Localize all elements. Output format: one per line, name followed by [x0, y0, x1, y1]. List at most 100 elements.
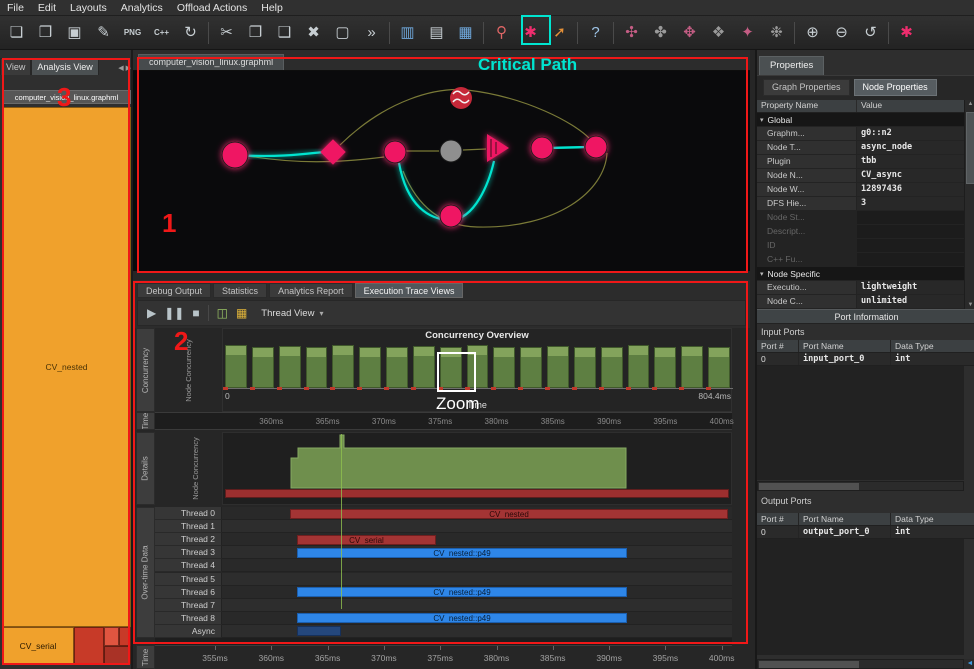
- treemap-block[interactable]: [119, 627, 131, 646]
- pause-button[interactable]: ❚❚: [164, 307, 184, 319]
- tab-graph-properties[interactable]: Graph Properties: [763, 79, 850, 96]
- graph-canvas[interactable]: [133, 71, 750, 271]
- graph-document-tab[interactable]: computer_vision_linux.graphml: [138, 54, 284, 70]
- treemap-block[interactable]: [104, 627, 119, 646]
- property-row-plugin[interactable]: Plugintbb: [757, 155, 964, 169]
- find-node-button[interactable]: ⚲: [487, 19, 516, 47]
- concurrency-bar[interactable]: [708, 347, 730, 388]
- histogram-button[interactable]: ▦: [451, 19, 480, 47]
- tab-properties[interactable]: Properties: [759, 56, 824, 75]
- analytics-report-button[interactable]: ▤: [422, 19, 451, 47]
- panel-bottom-scrollbar[interactable]: [757, 659, 964, 669]
- menu-analytics[interactable]: Analytics: [114, 2, 170, 14]
- thread-view-dropdown[interactable]: Thread View ▾: [255, 306, 329, 321]
- port-row[interactable]: 0output_port_0int: [757, 526, 974, 539]
- treemap-block[interactable]: [74, 627, 104, 664]
- graph-topology-2-button[interactable]: ✤: [646, 19, 675, 47]
- graph-node-3[interactable]: [384, 141, 406, 163]
- graph-topology-5-button[interactable]: ✦: [733, 19, 762, 47]
- graph-topology-1-button[interactable]: ✣: [617, 19, 646, 47]
- task-bar-cv-nested[interactable]: CV_nested: [290, 509, 728, 519]
- stop-button[interactable]: ■: [192, 307, 199, 319]
- property-row-id[interactable]: ID: [757, 239, 964, 253]
- concurrency-bar[interactable]: [467, 345, 489, 388]
- concurrency-bar[interactable]: [440, 347, 462, 388]
- tab-debug-output[interactable]: Debug Output: [137, 283, 211, 298]
- graph-node-4[interactable]: [440, 140, 462, 162]
- concurrency-bar[interactable]: [386, 347, 408, 388]
- help-button[interactable]: ?: [581, 19, 610, 47]
- concurrency-bar[interactable]: [413, 346, 435, 388]
- graph-node-7[interactable]: [487, 134, 509, 162]
- overflow-chevron-button[interactable]: »: [357, 19, 386, 47]
- graph-topology-3-button[interactable]: ✥: [675, 19, 704, 47]
- concurrency-bar[interactable]: [547, 346, 569, 388]
- graph-node-9[interactable]: [585, 136, 607, 158]
- export-png-button[interactable]: PNG: [118, 19, 147, 47]
- property-row-descript[interactable]: Descript...: [757, 225, 964, 239]
- expander-icon[interactable]: ▾: [760, 270, 764, 278]
- time-axis[interactable]: 355ms360ms365ms370ms375ms380ms385ms390ms…: [155, 645, 732, 669]
- open-file-button[interactable]: ❒: [31, 19, 60, 47]
- property-row-dfs-hie[interactable]: DFS Hie...3: [757, 197, 964, 211]
- tab-analytics-report[interactable]: Analytics Report: [269, 283, 353, 298]
- input-ports-scrollbar[interactable]: [757, 481, 964, 491]
- scroll-down-icon[interactable]: ▼: [965, 302, 974, 308]
- menu-file[interactable]: File: [0, 2, 31, 14]
- property-row-executio[interactable]: Executio...lightweight: [757, 281, 964, 295]
- tab-execution-trace-views[interactable]: Execution Trace Views: [355, 283, 464, 298]
- zoom-reset-button[interactable]: ↺: [856, 19, 885, 47]
- tab-view[interactable]: View: [0, 58, 31, 75]
- expander-icon[interactable]: ▾: [760, 116, 764, 124]
- concurrency-bar[interactable]: [279, 346, 301, 388]
- property-row-node-n[interactable]: Node N...CV_async: [757, 169, 964, 183]
- paste-button[interactable]: ❑: [270, 19, 299, 47]
- property-row-node-st[interactable]: Node St...: [757, 211, 964, 225]
- scroll-up-icon[interactable]: ▲: [965, 101, 974, 107]
- graph-topology-4-button[interactable]: ❖: [704, 19, 733, 47]
- tab-node-properties[interactable]: Node Properties: [854, 79, 937, 96]
- property-group-node-specific[interactable]: ▾Node Specific: [757, 267, 964, 281]
- task-bar-cv-nested-p49[interactable]: CV_nested::p49: [297, 587, 627, 597]
- concurrency-bar[interactable]: [681, 346, 703, 388]
- concurrency-bar[interactable]: [601, 347, 623, 388]
- menu-layouts[interactable]: Layouts: [63, 2, 114, 14]
- property-row-c-fu[interactable]: C++ Fu...: [757, 253, 964, 267]
- treemap-block-cv-nested[interactable]: CV_nested: [2, 107, 131, 627]
- port-row[interactable]: 0input_port_0int: [757, 353, 974, 366]
- concurrency-bar[interactable]: [574, 347, 596, 388]
- treemap-block-cv-serial[interactable]: CV_serial: [2, 627, 74, 664]
- graph-node-6[interactable]: [440, 205, 462, 227]
- property-row-node-t[interactable]: Node T...async_node: [757, 141, 964, 155]
- analyze-chart-button[interactable]: ▥: [393, 19, 422, 47]
- properties-scrollbar[interactable]: ▲ ▼: [964, 100, 974, 309]
- menu-help[interactable]: Help: [254, 2, 290, 14]
- task-bar-cv-nested-p49[interactable]: CV_nested::p49: [297, 548, 627, 558]
- time-ruler[interactable]: 360ms365ms370ms375ms380ms385ms390ms395ms…: [155, 412, 732, 430]
- reload-button[interactable]: ↻: [176, 19, 205, 47]
- statistics-trend-button[interactable]: ➚: [545, 19, 574, 47]
- graph-node-1[interactable]: [222, 142, 248, 168]
- concurrency-bar[interactable]: [359, 347, 381, 388]
- scroll-thumb[interactable]: [759, 483, 859, 490]
- menu-edit[interactable]: Edit: [31, 2, 63, 14]
- details-chart[interactable]: [222, 432, 732, 505]
- property-row-node-w[interactable]: Node W...12897436: [757, 183, 964, 197]
- concurrency-bar[interactable]: [493, 347, 515, 388]
- critical-path-button[interactable]: ✱: [516, 19, 545, 47]
- concurrency-bar[interactable]: [628, 345, 650, 388]
- tab-analysis-view[interactable]: Analysis View: [31, 58, 98, 75]
- new-file-button[interactable]: ❏: [2, 19, 31, 47]
- property-row-node-c[interactable]: Node C...unlimited: [757, 295, 964, 309]
- save-button[interactable]: ▣: [60, 19, 89, 47]
- tab-scroll-left-icon[interactable]: ◀: [118, 64, 123, 72]
- delete-button[interactable]: ✖: [299, 19, 328, 47]
- graph-node-5[interactable]: [450, 87, 472, 109]
- menu-offload-actions[interactable]: Offload Actions: [170, 2, 254, 14]
- group-view-icon[interactable]: ◫: [217, 307, 228, 319]
- zoom-in-button[interactable]: ⊕: [798, 19, 827, 47]
- copy-button[interactable]: ❐: [241, 19, 270, 47]
- task-bar-cv-serial[interactable]: CV_serial: [297, 535, 436, 545]
- graph-topology-6-button[interactable]: ❉: [762, 19, 791, 47]
- property-group-global[interactable]: ▾Global: [757, 113, 964, 127]
